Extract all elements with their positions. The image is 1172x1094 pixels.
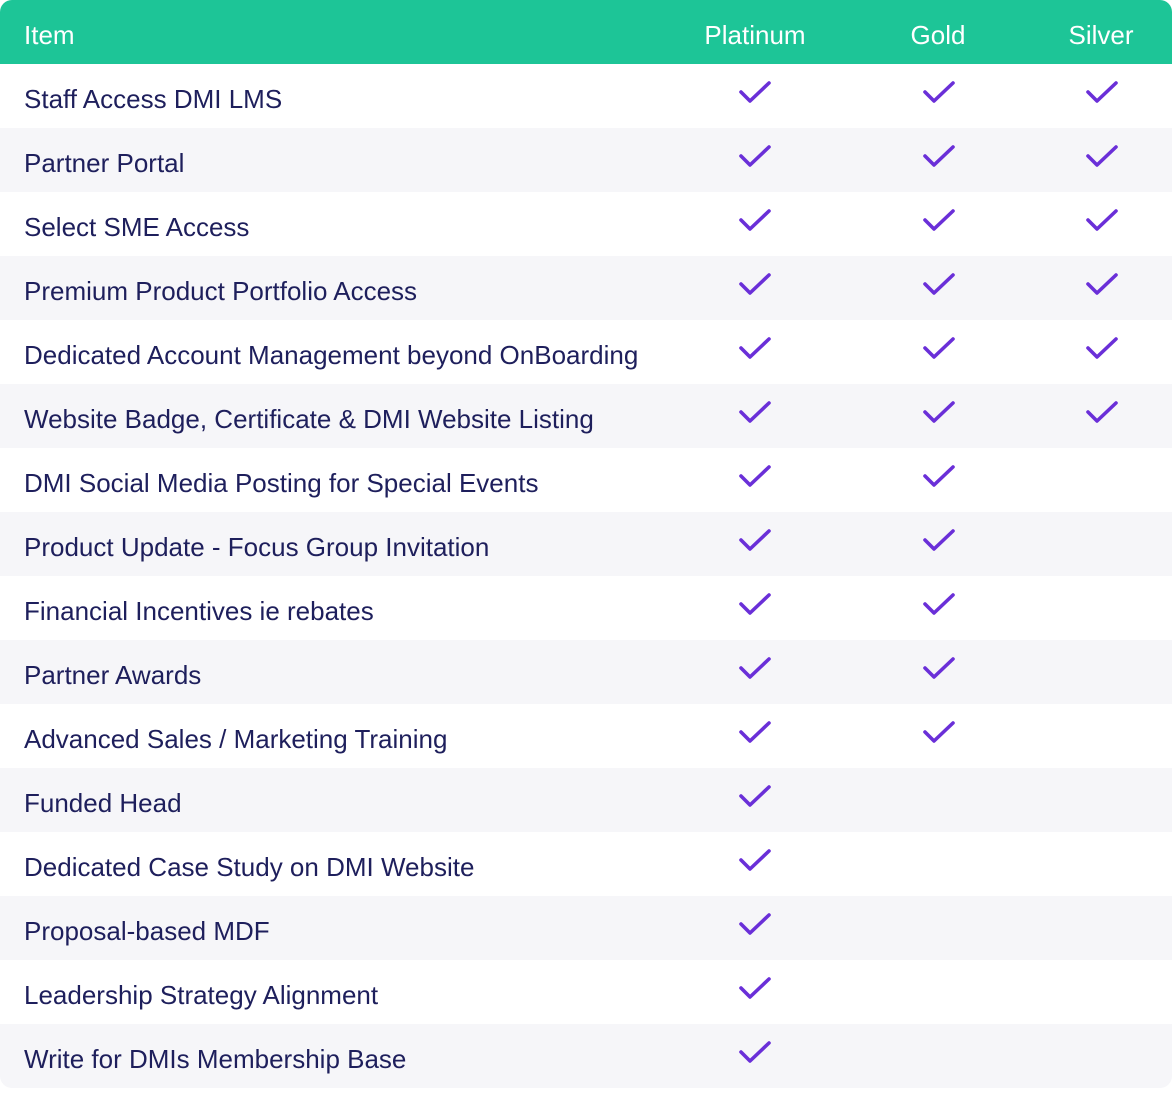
checkmark-icon [1085,400,1119,426]
checkmark-icon [922,400,956,426]
table-row: Website Badge, Certificate & DMI Website… [0,384,1172,448]
header-item: Item [24,20,75,50]
header-platinum: Platinum [704,20,806,50]
checkmark-icon [1085,144,1119,170]
checkmark-icon [738,656,772,682]
row-label: Proposal-based MDF [24,916,270,946]
row-label: Write for DMIs Membership Base [24,1044,407,1074]
table-row: Dedicated Case Study on DMI Website [0,832,1172,896]
header-silver: Silver [1068,20,1134,50]
checkmark-icon [738,912,772,938]
header-gold: Gold [910,20,966,50]
checkmark-icon [738,272,772,298]
row-label: DMI Social Media Posting for Special Eve… [24,468,539,498]
row-label: Dedicated Account Management beyond OnBo… [24,340,639,370]
table-row: DMI Social Media Posting for Special Eve… [0,448,1172,512]
checkmark-icon [922,720,956,746]
checkmark-icon [1085,208,1119,234]
checkmark-icon [922,80,956,106]
checkmark-icon [738,464,772,490]
table-row: Funded Head [0,768,1172,832]
row-label: Product Update - Focus Group Invitation [24,532,490,562]
table-row: Product Update - Focus Group Invitation [0,512,1172,576]
checkmark-icon [738,1040,772,1066]
checkmark-icon [738,528,772,554]
checkmark-icon [1085,80,1119,106]
table-row: Leadership Strategy Alignment [0,960,1172,1024]
row-label: Partner Awards [24,660,202,690]
checkmark-icon [922,528,956,554]
table-row: Premium Product Portfolio Access [0,256,1172,320]
row-label: Website Badge, Certificate & DMI Website… [24,404,594,434]
checkmark-icon [738,784,772,810]
row-label: Dedicated Case Study on DMI Website [24,852,475,882]
table-row: Partner Awards [0,640,1172,704]
checkmark-icon [922,144,956,170]
row-label: Select SME Access [24,212,250,242]
checkmark-icon [922,656,956,682]
checkmark-icon [738,848,772,874]
checkmark-icon [738,592,772,618]
table-row: Dedicated Account Management beyond OnBo… [0,320,1172,384]
table-body: Staff Access DMI LMS Partner Portal Select… [0,64,1172,1088]
table-row: Select SME Access [0,192,1172,256]
table-row: Write for DMIs Membership Base [0,1024,1172,1088]
checkmark-icon [922,272,956,298]
table-row: Staff Access DMI LMS [0,64,1172,128]
checkmark-icon [738,336,772,362]
table-header: Item Platinum Gold Silver [0,0,1172,64]
checkmark-icon [1085,272,1119,298]
table-row: Proposal-based MDF [0,896,1172,960]
row-label: Advanced Sales / Marketing Training [24,724,448,754]
checkmark-icon [738,976,772,1002]
checkmark-icon [738,208,772,234]
checkmark-icon [922,592,956,618]
checkmark-icon [738,80,772,106]
row-label: Partner Portal [24,148,185,178]
checkmark-icon [738,720,772,746]
checkmark-icon [922,336,956,362]
checkmark-icon [922,208,956,234]
checkmark-icon [738,144,772,170]
checkmark-icon [738,400,772,426]
checkmark-icon [1085,336,1119,362]
table-row: Financial Incentives ie rebates [0,576,1172,640]
table-row: Advanced Sales / Marketing Training [0,704,1172,768]
table-row: Partner Portal [0,128,1172,192]
row-label: Funded Head [24,788,182,818]
tier-comparison-table: Item Platinum Gold Silver Staff Access D… [0,0,1172,1088]
row-label: Financial Incentives ie rebates [24,596,374,626]
row-label: Staff Access DMI LMS [24,84,283,114]
row-label: Premium Product Portfolio Access [24,276,418,306]
row-label: Leadership Strategy Alignment [24,980,379,1010]
checkmark-icon [922,464,956,490]
